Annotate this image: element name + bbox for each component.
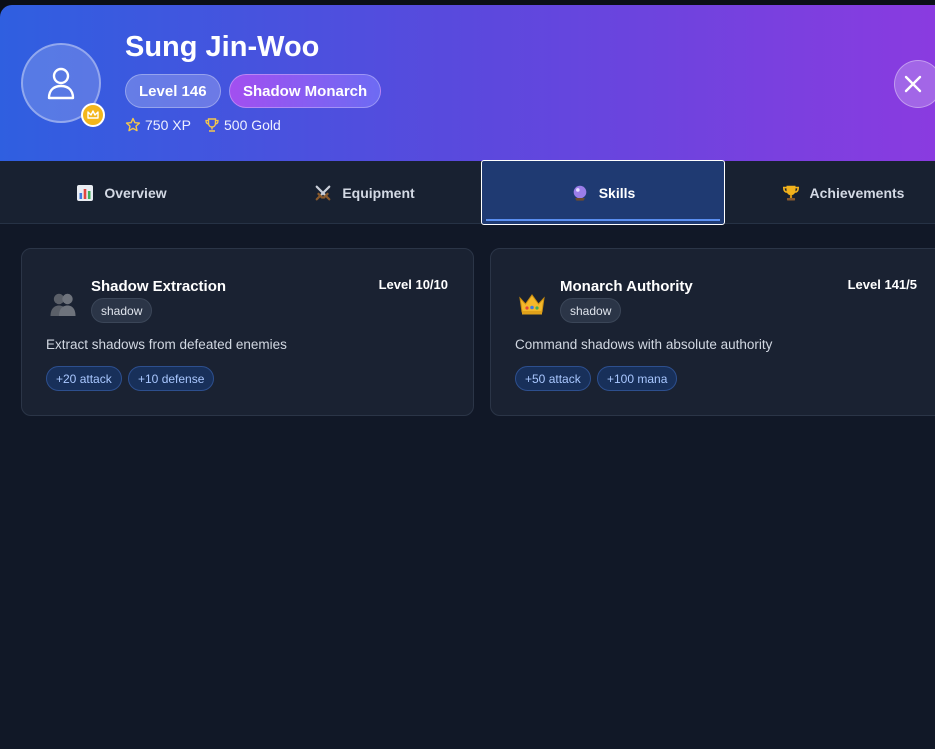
skill-tag: shadow — [91, 298, 153, 323]
tab-equipment[interactable]: Equipment — [243, 161, 486, 224]
effect-chip: +100 mana — [597, 366, 678, 391]
tab-bar: Overview Equipment Skills Achievements — [0, 160, 935, 225]
close-button[interactable] — [894, 60, 935, 108]
title-badge: Shadow Monarch — [229, 74, 382, 108]
crystal-ball-icon — [571, 184, 589, 202]
shadows-icon — [48, 289, 78, 319]
close-icon — [904, 75, 922, 93]
tab-label: Achievements — [809, 184, 905, 201]
gold-value: 500 Gold — [224, 117, 281, 133]
crown-icon — [517, 289, 547, 319]
level-badge: Level 146 — [125, 74, 221, 108]
crown-badge-icon — [87, 110, 99, 119]
bar-chart-icon — [76, 184, 94, 202]
skill-description: Extract shadows from defeated enemies — [46, 337, 287, 352]
effect-chip: +20 attack — [46, 366, 122, 391]
xp-stat: 750 XP — [125, 117, 191, 133]
skill-title: Monarch Authority — [560, 278, 693, 295]
player-name: Sung Jin-Woo — [125, 31, 320, 63]
skill-card[interactable]: Shadow Extraction Level 10/10 shadow Ext… — [21, 248, 474, 416]
profile-header: Sung Jin-Woo Level 146 Shadow Monarch 75… — [0, 5, 935, 161]
gold-stat: 500 Gold — [204, 117, 281, 133]
skill-title: Shadow Extraction — [91, 278, 227, 295]
profile-modal: Sung Jin-Woo Level 146 Shadow Monarch 75… — [0, 5, 935, 749]
xp-value: 750 XP — [145, 117, 191, 133]
user-icon — [47, 67, 75, 100]
rank-badge — [81, 103, 105, 127]
skill-card[interactable]: Monarch Authority Level 141/5 shadow Com… — [490, 248, 935, 416]
crossed-swords-icon — [314, 184, 332, 202]
skill-level: Level 10/10 — [378, 277, 448, 292]
effect-chip: +10 defense — [128, 366, 215, 391]
tab-label: Overview — [104, 184, 167, 201]
tab-label: Equipment — [342, 184, 415, 201]
tab-label: Skills — [598, 184, 636, 201]
skill-level: Level 141/5 — [847, 277, 917, 292]
trophy-small-icon — [205, 118, 219, 132]
effect-chip: +50 attack — [515, 366, 591, 391]
tab-skills[interactable]: Skills — [481, 160, 725, 225]
trophy-icon — [782, 184, 800, 202]
tab-achievements[interactable]: Achievements — [725, 161, 935, 224]
star-icon — [125, 117, 141, 132]
skill-tag: shadow — [560, 298, 622, 323]
skill-description: Command shadows with absolute authority — [515, 337, 773, 352]
tab-overview[interactable]: Overview — [0, 161, 243, 224]
